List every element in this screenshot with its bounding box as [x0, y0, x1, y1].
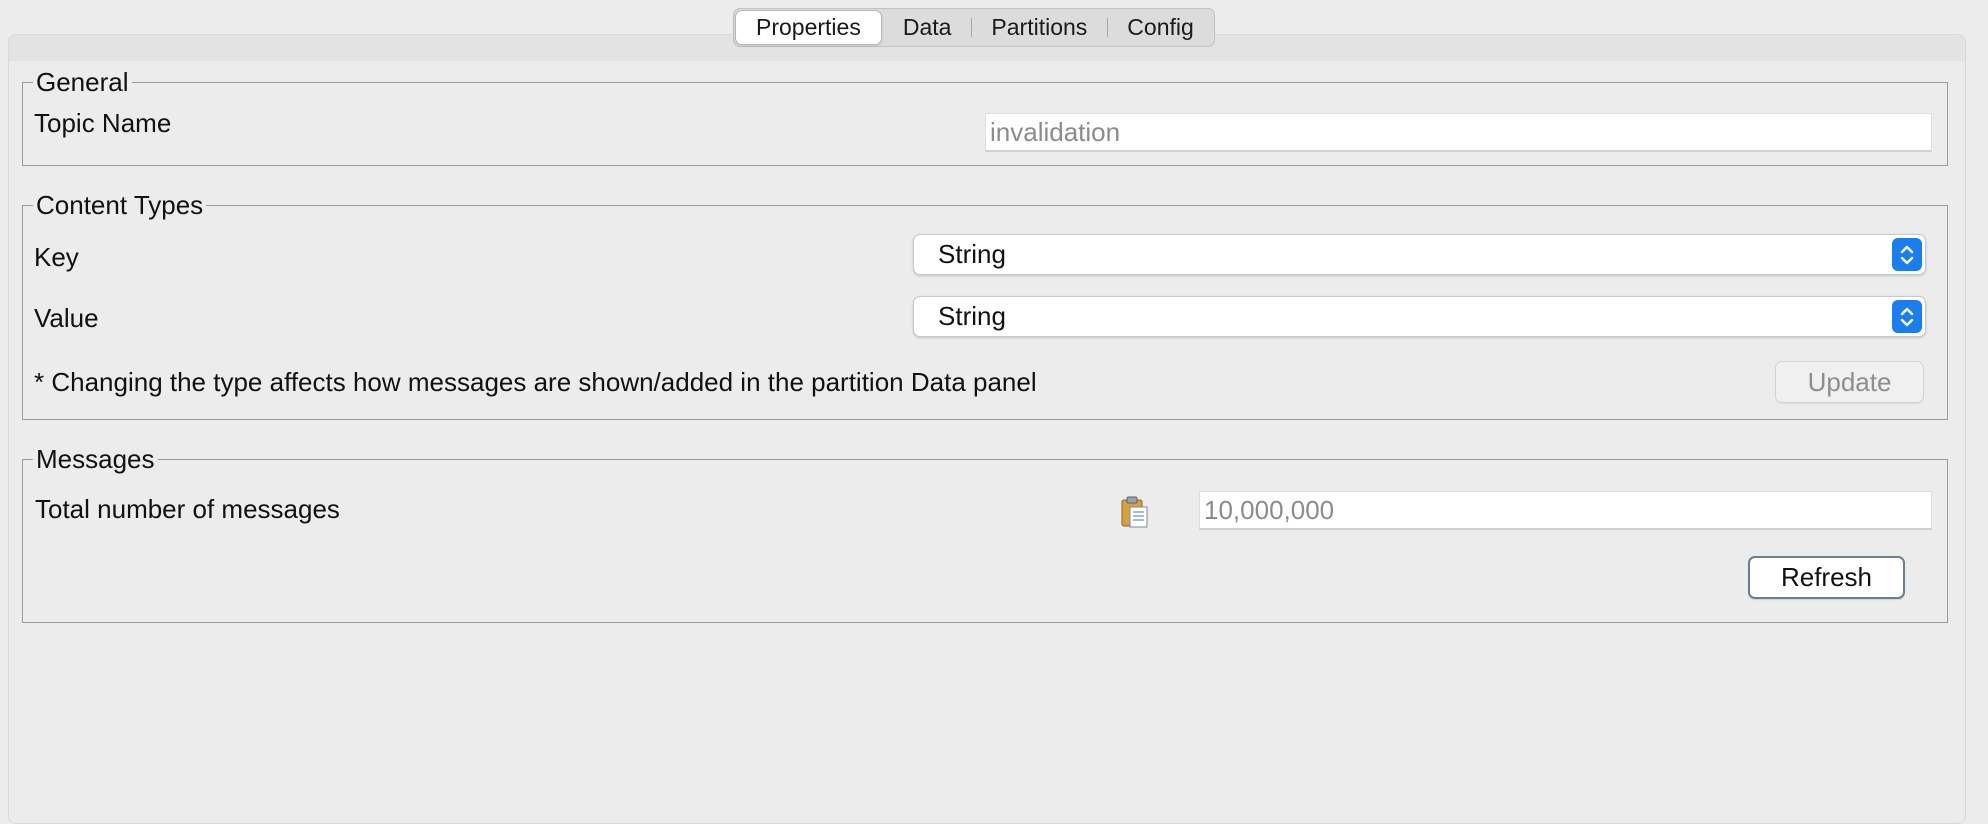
total-messages-field[interactable]: 10,000,000	[1199, 491, 1932, 530]
messages-legend: Messages	[36, 444, 155, 474]
tab-data[interactable]: Data	[883, 9, 972, 46]
topic-name-value: invalidation	[990, 116, 1121, 147]
key-label: Key	[34, 242, 79, 272]
update-button[interactable]: Update	[1775, 361, 1924, 403]
tab-properties[interactable]: Properties	[735, 10, 882, 45]
tab-partitions[interactable]: Partitions	[971, 9, 1107, 46]
value-type-select[interactable]: String	[913, 296, 1926, 337]
value-label: Value	[34, 303, 99, 333]
total-messages-value: 10,000,000	[1204, 494, 1335, 525]
topic-name-label: Topic Name	[34, 108, 172, 138]
topic-name-field[interactable]: invalidation	[985, 113, 1932, 152]
total-messages-label: Total number of messages	[35, 494, 340, 524]
chevron-up-down-icon	[1892, 238, 1922, 271]
general-legend: General	[36, 67, 129, 97]
refresh-button[interactable]: Refresh	[1748, 556, 1905, 599]
clipboard-icon[interactable]	[1120, 495, 1150, 529]
content-type-note: * Changing the type affects how messages…	[34, 367, 1037, 397]
key-type-value: String	[938, 239, 1006, 269]
chevron-up-down-icon	[1892, 300, 1922, 333]
tab-config[interactable]: Config	[1107, 9, 1213, 46]
messages-group: Messages	[22, 446, 1948, 623]
tab-bar: Properties Data Partitions Config	[733, 8, 1215, 47]
key-type-select[interactable]: String	[913, 234, 1926, 275]
value-type-value: String	[938, 301, 1006, 331]
content-types-legend: Content Types	[36, 190, 204, 220]
